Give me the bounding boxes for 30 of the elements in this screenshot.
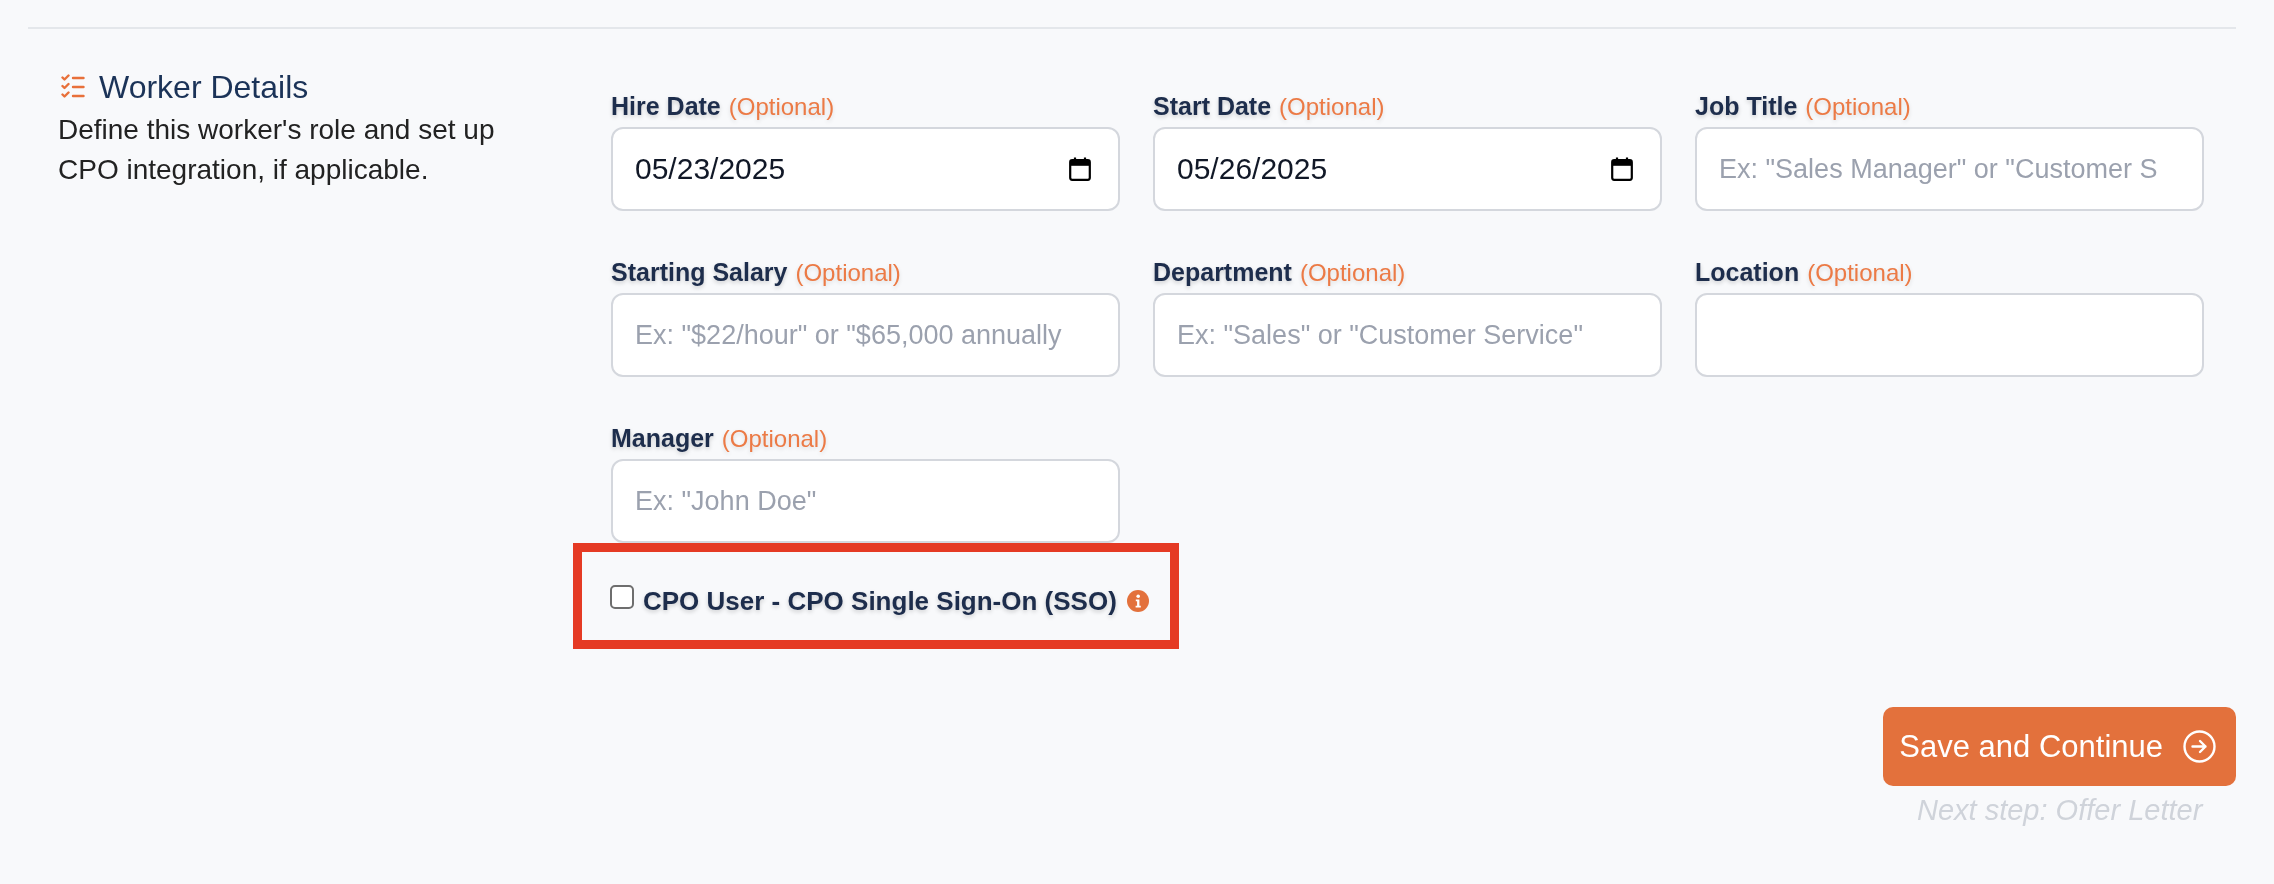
field-label: Manager bbox=[611, 423, 714, 453]
info-icon[interactable] bbox=[1126, 590, 1149, 612]
date-field[interactable]: 05/26/2025 bbox=[1153, 127, 1662, 211]
optional-hint: (Optional) bbox=[721, 424, 828, 454]
text-field[interactable]: Ex: "Sales" or "Customer Service" bbox=[1153, 293, 1662, 377]
checklist-icon bbox=[61, 74, 85, 100]
calendar-icon[interactable] bbox=[1069, 157, 1091, 181]
field-label: Hire Date bbox=[611, 91, 721, 121]
field-label: Starting Salary bbox=[611, 257, 788, 287]
text-field[interactable]: Ex: "John Doe" bbox=[611, 459, 1120, 543]
text-field[interactable]: Ex: "$22/hour" or "$65,000 annually bbox=[611, 293, 1120, 377]
section-title: Worker Details bbox=[99, 69, 309, 105]
arrow-circle-icon bbox=[2183, 730, 2216, 763]
optional-hint: (Optional) bbox=[1805, 92, 1911, 122]
field-label: Location bbox=[1695, 257, 1800, 287]
field-label: Department bbox=[1153, 257, 1292, 287]
optional-hint: (Optional) bbox=[1299, 258, 1406, 288]
checkbox-label[interactable]: CPO User - CPO Single Sign-On (SSO) bbox=[643, 586, 1117, 616]
field-label: Start Date bbox=[1153, 91, 1272, 121]
text-field[interactable]: Ex: "Sales Manager" or "Customer S bbox=[1695, 127, 2204, 211]
optional-hint: (Optional) bbox=[795, 258, 901, 288]
optional-hint: (Optional) bbox=[1807, 258, 1913, 288]
text-field[interactable] bbox=[1695, 293, 2204, 377]
optional-hint: (Optional) bbox=[1279, 92, 1385, 122]
optional-hint: (Optional) bbox=[728, 92, 835, 122]
field-label: Job Title bbox=[1695, 91, 1798, 121]
date-field[interactable]: 05/23/2025 bbox=[611, 127, 1120, 211]
section-description: Define this worker's role and set up CPO integration, if applicable. bbox=[58, 113, 496, 187]
checkbox[interactable] bbox=[610, 585, 634, 609]
calendar-icon[interactable] bbox=[1611, 157, 1633, 181]
